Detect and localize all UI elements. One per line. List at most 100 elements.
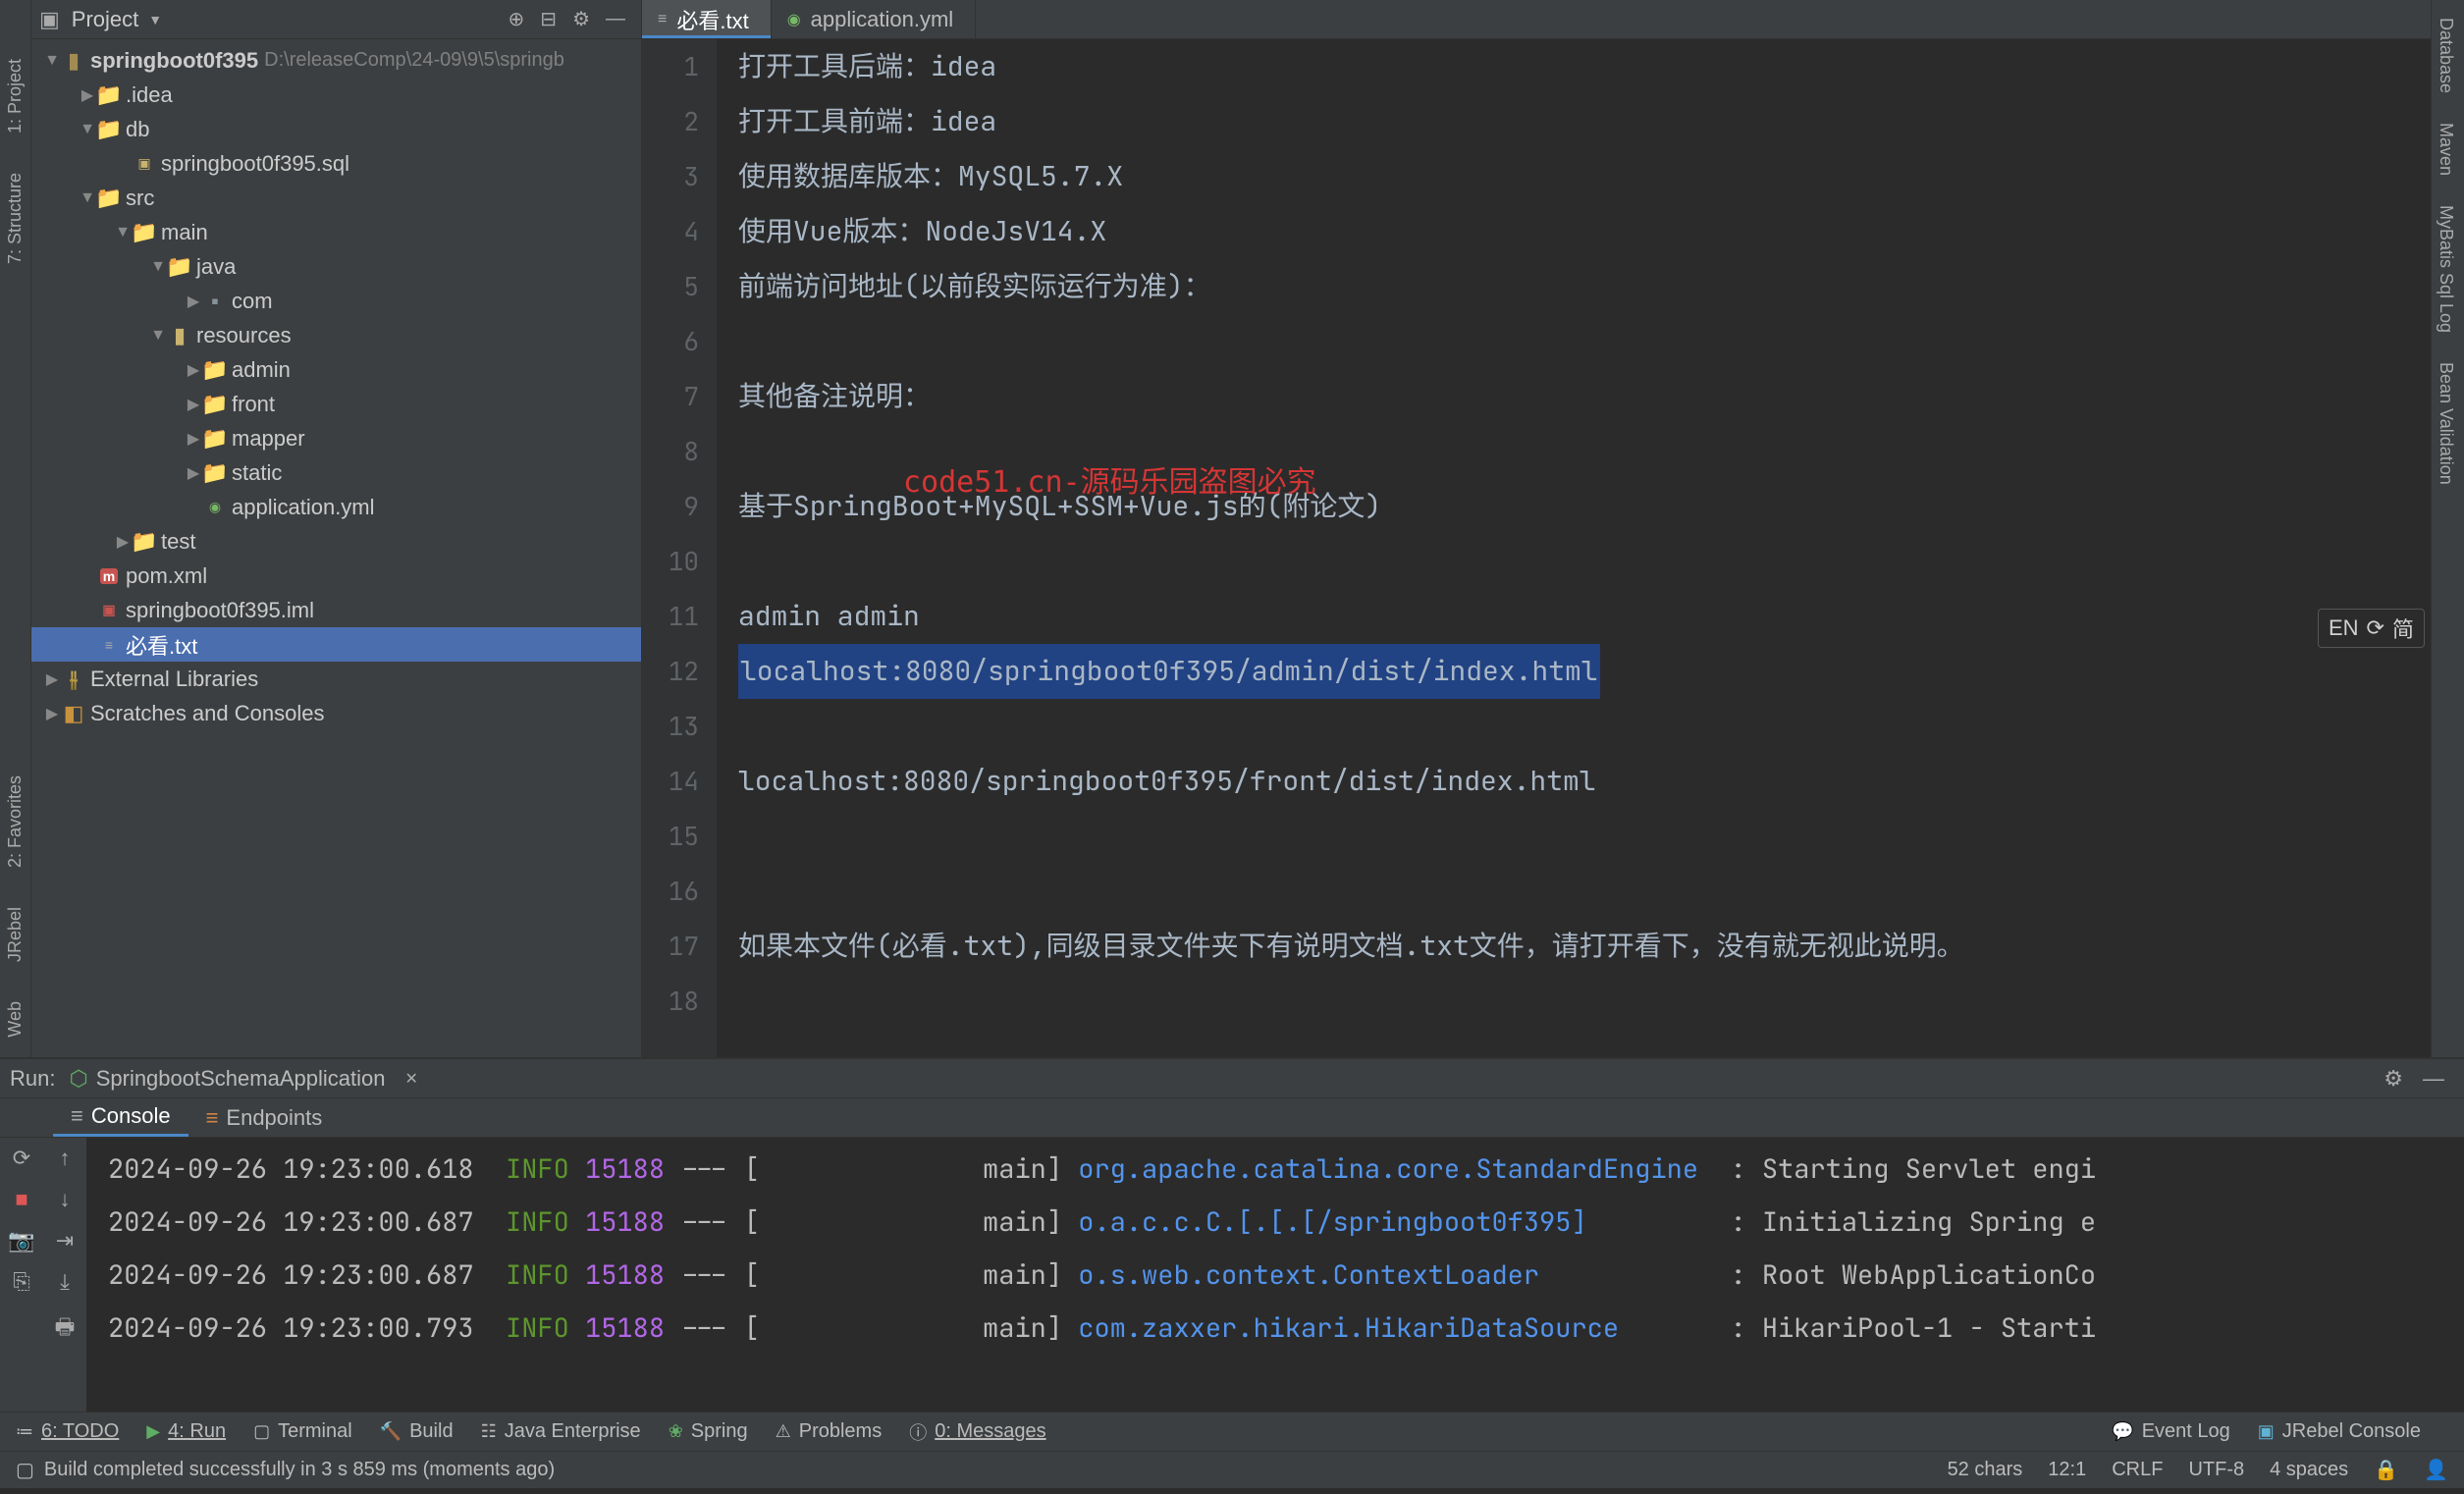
run-app-name[interactable]: SpringbootSchemaApplication: [96, 1066, 386, 1092]
bottom-jrebel[interactable]: ▣JRebel Console: [2258, 1420, 2421, 1443]
bottom-problems[interactable]: ⚠Problems: [776, 1420, 883, 1443]
leaf-icon: ❀: [669, 1421, 683, 1442]
status-hammer-icon: ▢: [16, 1458, 34, 1482]
line-number-gutter[interactable]: 123456789101112131415161718: [642, 39, 717, 1057]
tree-main[interactable]: ▼📁main: [31, 215, 641, 249]
gear-icon[interactable]: ⚙: [572, 7, 590, 31]
tree-test[interactable]: ▶📁test: [31, 524, 641, 559]
sidebar-tab-maven[interactable]: Maven: [2432, 111, 2460, 187]
right-tool-stripe: Database Maven MyBatis Sql Log Bean Vali…: [2431, 0, 2464, 1057]
bottom-todo[interactable]: ≔6: TODO: [16, 1420, 119, 1443]
stop-icon[interactable]: ■: [15, 1187, 27, 1212]
status-position[interactable]: 12:1: [2048, 1459, 2086, 1481]
spring-icon: ⬡: [69, 1066, 87, 1092]
status-bar: ▢ Build completed successfully in 3 s 85…: [0, 1451, 2464, 1488]
run-title: Run:: [10, 1066, 55, 1092]
status-man-icon[interactable]: 👤: [2424, 1458, 2448, 1482]
sidebar-tab-mybatis[interactable]: MyBatis Sql Log: [2432, 193, 2460, 345]
project-panel: ▣ Project ▼ ⊕ ⊟ ⚙ — ▼▮springboot0f395D:\…: [31, 0, 642, 1057]
tree-front[interactable]: ▶📁front: [31, 387, 641, 421]
run-header: Run: ⬡ SpringbootSchemaApplication ✕ ⚙ —: [0, 1059, 2464, 1098]
endpoints-icon: ≡: [206, 1105, 219, 1131]
rerun-icon[interactable]: ⟳: [13, 1146, 30, 1171]
project-icon: ▣: [39, 7, 60, 32]
editor-tabs: ≡必看.txt ◉application.yml: [642, 0, 2431, 39]
tree-sql[interactable]: ▣springboot0f395.sql: [31, 146, 641, 181]
down-icon[interactable]: ↓: [60, 1187, 71, 1212]
bottom-tool-bar: ≔6: TODO ▶4: Run ▢Terminal 🔨Build ☷Java …: [0, 1412, 2464, 1451]
status-indent[interactable]: 4 spaces: [2270, 1459, 2348, 1481]
tree-static[interactable]: ▶📁static: [31, 455, 641, 490]
sidebar-tab-project[interactable]: 1: Project: [1, 45, 29, 147]
tree-resources[interactable]: ▼▮resources: [31, 318, 641, 352]
sidebar-tab-jrebel[interactable]: JRebel: [1, 893, 29, 976]
sidebar-tab-structure[interactable]: 7: Structure: [1, 159, 29, 278]
editor-area: ≡必看.txt ◉application.yml 123456789101112…: [642, 0, 2431, 1057]
ime-indicator[interactable]: EN ⟳ 简: [2318, 609, 2425, 648]
tree-admin[interactable]: ▶📁admin: [31, 352, 641, 387]
run-gutter-left: ⟳ ■ 📷 ⎘: [0, 1138, 43, 1412]
play-icon: ▶: [146, 1421, 160, 1442]
tree-scratches[interactable]: ▶◧Scratches and Consoles: [31, 696, 641, 730]
tree-extlib[interactable]: ▶⫳External Libraries: [31, 662, 641, 696]
scroll-end-icon[interactable]: ⤓: [60, 1269, 70, 1295]
tree-java[interactable]: ▼📁java: [31, 249, 641, 284]
sidebar-tab-favorites[interactable]: 2: Favorites: [1, 762, 29, 881]
console-icon: ≡: [71, 1103, 83, 1129]
tree-iml[interactable]: ▣springboot0f395.iml: [31, 593, 641, 627]
hide-icon[interactable]: —: [606, 8, 625, 30]
editor-tab-appyml[interactable]: ◉application.yml: [772, 0, 976, 38]
ime-mode: 简: [2392, 613, 2414, 644]
exit-icon[interactable]: ⎘: [13, 1269, 30, 1295]
dump-icon[interactable]: 📷: [8, 1228, 34, 1254]
status-lock-icon[interactable]: 🔒: [2374, 1458, 2398, 1482]
tree-root[interactable]: ▼▮springboot0f395D:\releaseComp\24-09\9\…: [31, 43, 641, 78]
sidebar-tab-database[interactable]: Database: [2432, 6, 2460, 105]
tree-mapper[interactable]: ▶📁mapper: [31, 421, 641, 455]
close-run-config-icon[interactable]: ✕: [404, 1069, 417, 1089]
project-panel-title: Project: [72, 7, 138, 32]
sidebar-tab-beanvalid[interactable]: Bean Validation: [2432, 350, 2460, 497]
expand-icon[interactable]: ⊟: [540, 7, 557, 31]
tree-appyml[interactable]: ◉application.yml: [31, 490, 641, 524]
soft-wrap-icon[interactable]: ⇥: [56, 1228, 74, 1254]
tree-com[interactable]: ▶▪com: [31, 284, 641, 318]
tree-bikan[interactable]: ≡必看.txt: [31, 627, 641, 662]
run-gear-icon[interactable]: ⚙: [2384, 1066, 2403, 1092]
tree-pom[interactable]: mpom.xml: [31, 559, 641, 593]
run-subheader: ≡Console ≡Endpoints: [0, 1098, 2464, 1138]
bottom-spring[interactable]: ❀Spring: [669, 1420, 748, 1443]
status-lineend[interactable]: CRLF: [2112, 1459, 2163, 1481]
code-body[interactable]: code51.cn-源码乐园盗图必究 打开工具后端：idea打开工具前端：ide…: [717, 39, 2431, 1057]
status-encoding[interactable]: UTF-8: [2188, 1459, 2244, 1481]
collapse-all-icon[interactable]: ⊕: [509, 7, 525, 31]
bottom-messages[interactable]: ⓘ0: Messages: [909, 1419, 1045, 1445]
tree-db[interactable]: ▼📁db: [31, 112, 641, 146]
console-tab[interactable]: ≡Console: [53, 1098, 188, 1137]
bottom-eventlog[interactable]: 💬Event Log: [2112, 1420, 2230, 1443]
run-hide-icon[interactable]: —: [2423, 1066, 2444, 1092]
status-chars: 52 chars: [1948, 1459, 2023, 1481]
project-dropdown-icon[interactable]: ▼: [148, 12, 162, 27]
ime-sym-icon: ⟳: [2367, 615, 2384, 641]
up-icon[interactable]: ↑: [60, 1146, 71, 1171]
run-gutter-right: ↑ ↓ ⇥ ⤓ 🖶: [43, 1138, 86, 1412]
endpoints-tab[interactable]: ≡Endpoints: [188, 1098, 341, 1137]
tree-idea[interactable]: ▶📁.idea: [31, 78, 641, 112]
sidebar-tab-web[interactable]: Web: [1, 987, 29, 1051]
left-tool-stripe: 1: Project 7: Structure 2: Favorites JRe…: [0, 0, 31, 1057]
project-tree: ▼▮springboot0f395D:\releaseComp\24-09\9\…: [31, 39, 641, 1057]
console-output[interactable]: 2024-09-26 19:23:00.618 INFO 15188 --- […: [86, 1138, 2464, 1412]
tree-src[interactable]: ▼📁src: [31, 181, 641, 215]
bottom-terminal[interactable]: ▢Terminal: [253, 1420, 352, 1443]
bottom-build[interactable]: 🔨Build: [380, 1420, 454, 1443]
bottom-run[interactable]: ▶4: Run: [146, 1420, 226, 1443]
editor-content[interactable]: 123456789101112131415161718 code51.cn-源码…: [642, 39, 2431, 1057]
project-panel-header: ▣ Project ▼ ⊕ ⊟ ⚙ —: [31, 0, 641, 39]
editor-tab-bikan[interactable]: ≡必看.txt: [642, 0, 772, 38]
ime-lang: EN: [2329, 615, 2359, 641]
red-watermark: code51.cn-源码乐园盗图必究: [903, 455, 1316, 510]
status-build-msg: Build completed successfully in 3 s 859 …: [44, 1459, 555, 1481]
print-icon[interactable]: 🖶: [55, 1310, 76, 1348]
bottom-javaee[interactable]: ☷Java Enterprise: [481, 1420, 641, 1443]
